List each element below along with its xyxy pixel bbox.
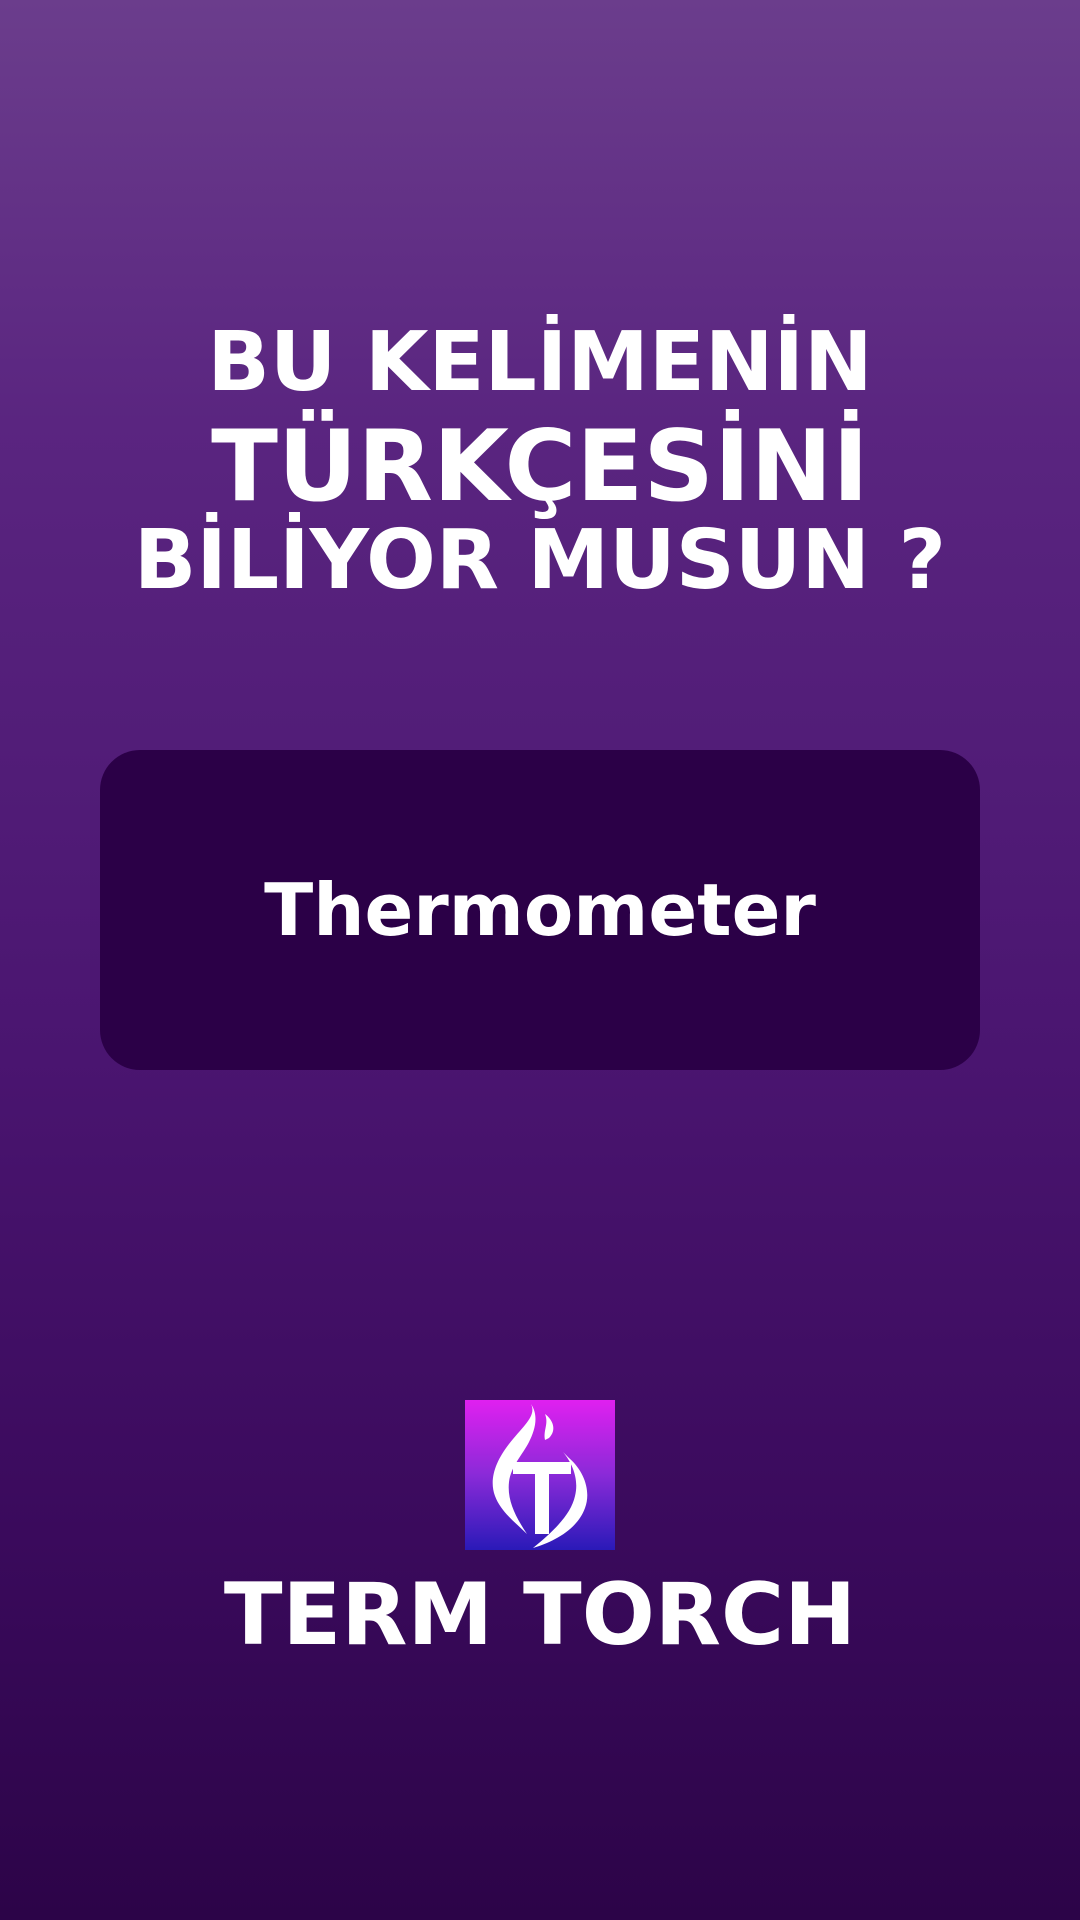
headline: BU KELİMENİN TÜRKÇESİNİ BİLİYOR MUSUN ? [0,322,1080,616]
brand-name: TERM TORCH [223,1565,857,1665]
word-card: Thermometer [100,750,980,1070]
headline-line-2: TÜRKÇESİNİ [211,410,869,524]
torch-flame-t-logo-icon [465,1400,615,1550]
headline-line-1: BU KELİMENİN [207,315,873,410]
english-word: Thermometer [264,868,816,952]
headline-line-3: BİLİYOR MUSUN ? [133,513,947,608]
